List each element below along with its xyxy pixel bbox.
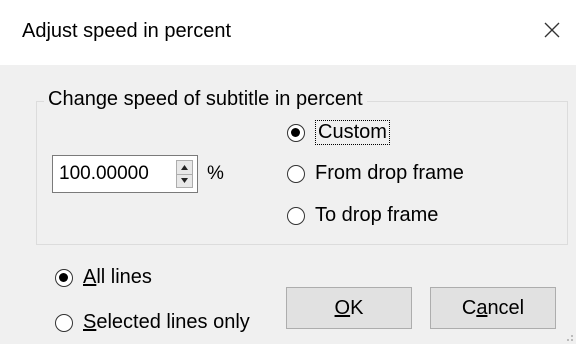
selected-lines-label: Selected lines only [83, 311, 250, 333]
speed-percent-input[interactable]: 100.00000 [52, 155, 198, 193]
spin-down-button[interactable] [177, 174, 192, 187]
spin-up-button[interactable] [177, 161, 192, 175]
all-lines-radio[interactable]: All lines [55, 266, 152, 289]
selected-lines-radio[interactable]: Selected lines only [55, 311, 250, 334]
all-lines-radio-circle[interactable] [55, 268, 73, 287]
ok-button[interactable]: OK [286, 287, 412, 329]
spin-buttons [176, 160, 193, 188]
from-drop-frame-radio[interactable]: From drop frame [287, 162, 464, 185]
speed-value[interactable]: 100.00000 [59, 163, 149, 185]
from-drop-frame-radio-circle[interactable] [287, 164, 305, 183]
window-title: Adjust speed in percent [22, 20, 232, 42]
custom-radio-label: Custom [315, 120, 390, 145]
custom-radio[interactable]: Custom [287, 120, 390, 145]
from-drop-frame-label: From drop frame [315, 162, 464, 184]
custom-radio-circle[interactable] [287, 123, 305, 142]
adjust-speed-dialog: Adjust speed in percent Change speed of … [0, 0, 576, 344]
title-bar: Adjust speed in percent [0, 0, 576, 65]
to-drop-frame-radio-circle[interactable] [287, 206, 305, 225]
resize-grip-icon[interactable] [564, 332, 574, 342]
cancel-button[interactable]: Cancel [430, 287, 556, 329]
selected-lines-radio-circle[interactable] [55, 313, 73, 332]
to-drop-frame-label: To drop frame [315, 204, 439, 226]
all-lines-label: All lines [83, 266, 152, 288]
group-title: Change speed of subtitle in percent [44, 88, 367, 111]
percent-unit-label: % [207, 163, 224, 184]
to-drop-frame-radio[interactable]: To drop frame [287, 204, 438, 227]
close-icon[interactable] [536, 14, 568, 46]
